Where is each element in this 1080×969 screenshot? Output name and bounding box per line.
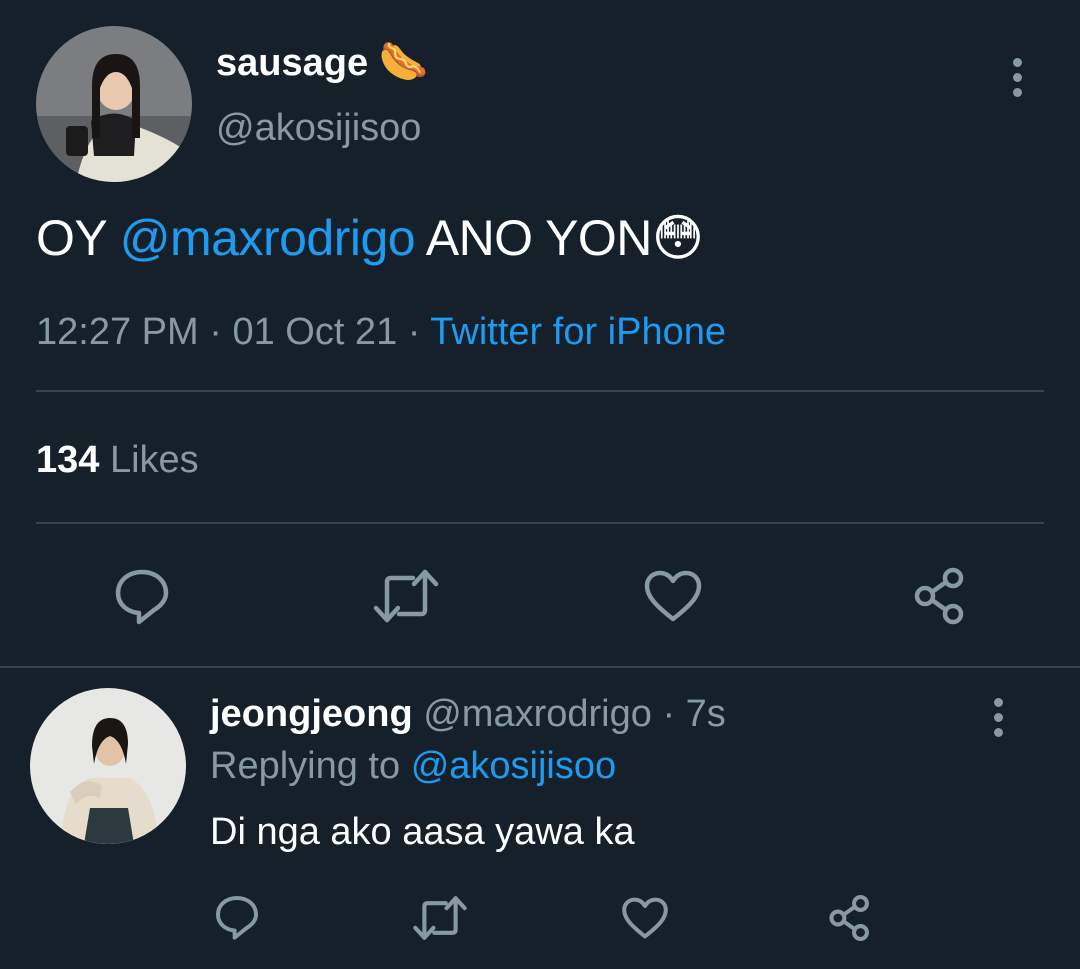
heart-icon [622, 897, 668, 939]
reply-retweet-button[interactable] [410, 894, 470, 942]
replying-to-line: Replying to @akosijisoo [210, 742, 616, 790]
share-icon [914, 567, 964, 625]
replying-to-link[interactable]: @akosijisoo [411, 745, 616, 787]
reply-reply-button[interactable] [212, 892, 262, 942]
author-avatar[interactable] [36, 26, 192, 182]
reply-like-button[interactable] [620, 894, 670, 942]
retweet-icon [373, 569, 439, 623]
replying-to-label: Replying to [210, 745, 401, 787]
tweet-time: 12:27 PM [36, 311, 199, 353]
more-options-button[interactable] [1010, 58, 1024, 97]
reply-share-button[interactable] [824, 892, 876, 944]
reply-bubble-icon [115, 569, 169, 625]
mention-link[interactable]: @maxrodrigo [120, 210, 416, 266]
reply-more-options-button[interactable] [991, 698, 1005, 737]
retweet-button[interactable] [370, 566, 442, 626]
tweet-text: OY @maxrodrigo ANO YON😳 [36, 208, 704, 268]
reply-age: · 7s [662, 693, 726, 735]
thread-divider [0, 666, 1080, 668]
author-handle[interactable]: @akosijisoo [216, 104, 421, 152]
tweet-text-prefix: OY [36, 210, 120, 266]
reply-header: jeongjeong @maxrodrigo · 7s [210, 690, 726, 738]
reply-text: Di nga ako aasa yawa ka [210, 811, 635, 853]
share-button[interactable] [908, 564, 972, 628]
tweet-text-suffix: ANO YON [415, 210, 653, 266]
heart-icon [644, 570, 702, 622]
tweet-date: 01 Oct 21 [232, 311, 398, 353]
flushed-emoji: 😳 [651, 210, 704, 266]
more-vertical-icon [993, 698, 1003, 707]
reply-handle[interactable]: @maxrodrigo [423, 693, 652, 735]
retweet-icon [413, 896, 467, 940]
divider [36, 522, 1044, 524]
reply-display-name[interactable]: jeongjeong [210, 693, 413, 735]
tweet-source-link[interactable]: Twitter for iPhone [430, 311, 726, 353]
like-button[interactable] [642, 566, 704, 626]
reply-author-avatar[interactable] [30, 688, 186, 844]
reply-button[interactable] [110, 566, 174, 626]
name-emoji: 🌭 [378, 40, 429, 84]
likes-stat[interactable]: 134 Likes [36, 436, 199, 484]
divider [36, 390, 1044, 392]
likes-label: Likes [109, 439, 199, 481]
meta-separator: · [198, 311, 233, 353]
more-vertical-icon [1012, 58, 1022, 67]
share-icon [829, 895, 869, 941]
display-name-text: sausage [216, 42, 369, 84]
meta-separator: · [397, 311, 431, 353]
tweet-meta: 12:27 PM · 01 Oct 21 · Twitter for iPhon… [36, 308, 726, 356]
author-display-name[interactable]: sausage 🌭 [216, 38, 428, 87]
reply-bubble-icon [215, 895, 259, 940]
likes-count: 134 [36, 439, 100, 481]
